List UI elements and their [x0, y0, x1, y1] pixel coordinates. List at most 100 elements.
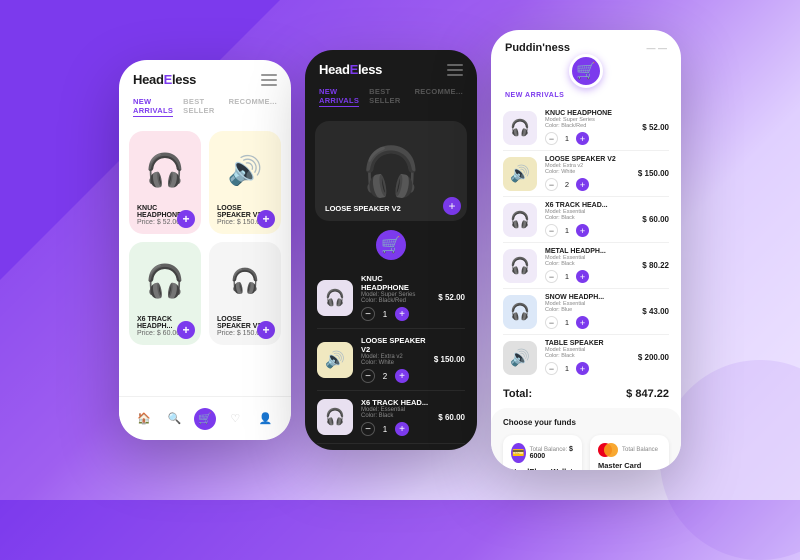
phone3-price-4: $ 80.22 [642, 261, 669, 270]
payment-section: Choose your funds 💳 Total Balance: $ 600… [491, 408, 681, 470]
tab-new-arrivals-p1[interactable]: NEW ARRIVALS [133, 97, 173, 117]
p3-qty-minus-3[interactable]: − [545, 224, 558, 237]
phone3-total-value: $ 847.22 [626, 388, 669, 400]
phone-3-checkout: Puddin'ness — — 🛒 NEW ARRIVALS 🎧 KNUC HE… [491, 30, 681, 470]
p3-qty-num-6: 1 [562, 364, 572, 373]
phones-container: HeadEless NEW ARRIVALS BEST SELLER RECOM… [119, 30, 681, 470]
phone3-color-5: Color: Blue [545, 307, 634, 313]
tab-recommend-p1[interactable]: RECOMME... [229, 97, 277, 117]
phone3-items-list: 🎧 KNUC HEADPHONE Model: Super Series Col… [491, 101, 681, 380]
qty-control-2-p2: − 2 + [361, 369, 426, 383]
qty-num-1-p2: 1 [380, 310, 390, 319]
cart-item-price-3-p2: $ 60.00 [438, 413, 465, 422]
p3-qty-plus-6[interactable]: + [576, 362, 589, 375]
phone3-total-label: Total: [503, 388, 532, 400]
heart-icon-p1[interactable]: ♡ [224, 408, 246, 430]
p3-qty-plus-2[interactable]: + [576, 178, 589, 191]
phone3-menu-icon[interactable]: — — [646, 43, 667, 53]
phone3-new-arrivals-label: NEW ARRIVALS [491, 88, 681, 101]
phone2-featured-label: LOOSE SPEAKER V2 [325, 204, 401, 213]
user-icon-p1[interactable]: 👤 [255, 408, 277, 430]
phone3-info-3: X6 TRACK HEAD... Model: Essential Color:… [545, 202, 634, 237]
phone3-item-5: 🎧 SNOW HEADPH... Model: Essential Color:… [503, 289, 669, 335]
wallet-card-header: 💳 Total Balance: $ 6000 [511, 443, 574, 463]
qty-plus-3-p2[interactable]: + [395, 422, 409, 436]
qty-plus-2-p2[interactable]: + [395, 369, 409, 383]
phone3-item-4: 🎧 METAL HEADPH... Model: Essential Color… [503, 243, 669, 289]
cart-bubble-p3: 🛒 [569, 54, 603, 88]
add-product-4[interactable]: + [257, 321, 275, 339]
cart-item-img-1-p2: 🎧 [317, 280, 353, 316]
qty-control-3-p2: − 1 + [361, 422, 430, 436]
tab-best-seller-p2[interactable]: BEST SELLER [369, 87, 404, 107]
wallet-card[interactable]: 💳 Total Balance: $ 6000 HeadEless Wallet [503, 435, 582, 470]
phone1-brand: HeadEless [133, 72, 196, 87]
phone3-title: Puddin'ness [505, 42, 570, 54]
mastercard-icon [598, 443, 618, 457]
p3-qty-plus-5[interactable]: + [576, 316, 589, 329]
phone2-cart-bubble-section: 🛒 [305, 235, 477, 263]
add-product-3[interactable]: + [177, 321, 195, 339]
phone3-name-6: TABLE SPEAKER [545, 340, 630, 347]
search-icon-p1[interactable]: 🔍 [164, 408, 186, 430]
phone3-name-3: X6 TRACK HEAD... [545, 202, 634, 209]
p3-qty-plus-3[interactable]: + [576, 224, 589, 237]
p3-qty-plus-4[interactable]: + [576, 270, 589, 283]
mastercard-card[interactable]: Total Balance Master Card [590, 435, 669, 470]
payment-title: Choose your funds [503, 418, 669, 427]
phone3-price-5: $ 43.00 [642, 307, 669, 316]
product-img-3: 🎧 [137, 250, 193, 312]
phone3-item-3: 🎧 X6 TRACK HEAD... Model: Essential Colo… [503, 197, 669, 243]
phone3-info-2: LOOSE SPEAKER V2 Model: Extra v2 Color: … [545, 156, 630, 191]
phone3-info-6: TABLE SPEAKER Model: Essential Color: Bl… [545, 340, 630, 375]
product-card-4: 🎧 + LOOSE SPEAKER V2 Price: $ 150.00 [209, 242, 281, 345]
phone3-name-5: SNOW HEADPH... [545, 294, 634, 301]
home-icon-p1[interactable]: 🏠 [133, 408, 155, 430]
p3-qty-minus-1[interactable]: − [545, 132, 558, 145]
tab-recommend-p2[interactable]: RECOMME... [415, 87, 463, 107]
mastercard-header: Total Balance [598, 443, 661, 457]
qty-minus-1-p2[interactable]: − [361, 307, 375, 321]
cart-bubble-p2: 🛒 [373, 227, 409, 263]
wallet-balance-label: Total Balance: $ 6000 [530, 446, 574, 460]
cart-item-3-p2: 🎧 X6 TRACK HEAD... Model: Essential Colo… [317, 391, 465, 444]
qty-plus-1-p2[interactable]: + [395, 307, 409, 321]
tab-new-arrivals-p2[interactable]: NEW ARRIVALS [319, 87, 359, 107]
add-product-1[interactable]: + [177, 210, 195, 228]
mc-balance-label: Total Balance [622, 447, 658, 453]
phone3-info-1: KNUC HEADPHONE Model: Super Series Color… [545, 110, 634, 145]
qty-control-1-p2: − 1 + [361, 307, 430, 321]
product-img-1: 🎧 [137, 139, 193, 201]
phone3-price-6: $ 200.00 [638, 353, 669, 362]
phone3-img-3: 🎧 [503, 203, 537, 237]
phone2-menu-icon[interactable] [447, 64, 463, 76]
phone3-info-5: SNOW HEADPH... Model: Essential Color: B… [545, 294, 634, 329]
phone3-color-2: Color: White [545, 169, 630, 175]
cart-item-price-1-p2: $ 52.00 [438, 293, 465, 302]
qty-minus-3-p2[interactable]: − [361, 422, 375, 436]
phone3-price-1: $ 52.00 [642, 123, 669, 132]
qty-num-3-p2: 1 [380, 425, 390, 434]
tab-best-seller-p1[interactable]: BEST SELLER [183, 97, 218, 117]
p3-qty-minus-2[interactable]: − [545, 178, 558, 191]
qty-minus-2-p2[interactable]: − [361, 369, 375, 383]
p3-qty-minus-6[interactable]: − [545, 362, 558, 375]
phone1-menu-icon[interactable] [261, 74, 277, 86]
phone2-cart-items: 🎧 KNUC HEADPHONE Model: Super Series Col… [305, 263, 477, 448]
cart-item-color-2-p2: Color: White [361, 360, 426, 366]
p3-qty-minus-4[interactable]: − [545, 270, 558, 283]
phone-1-store: HeadEless NEW ARRIVALS BEST SELLER RECOM… [119, 60, 291, 440]
phone3-name-4: METAL HEADPH... [545, 248, 634, 255]
cart-icon-p1[interactable]: 🛒 [194, 408, 216, 430]
phone2-featured-card: 🎧 LOOSE SPEAKER V2 + [315, 121, 467, 221]
phone3-total-row: Total: $ 847.22 [491, 380, 681, 404]
phone3-qty-4: − 1 + [545, 270, 634, 283]
phone3-qty-6: − 1 + [545, 362, 630, 375]
phone3-img-1: 🎧 [503, 111, 537, 145]
phone1-bottom-nav: 🏠 🔍 🛒 ♡ 👤 [119, 396, 291, 440]
wallet-name: HeadEless Wallet [511, 467, 574, 470]
p3-qty-minus-5[interactable]: − [545, 316, 558, 329]
add-featured-p2[interactable]: + [443, 197, 461, 215]
add-product-2[interactable]: + [257, 210, 275, 228]
p3-qty-plus-1[interactable]: + [576, 132, 589, 145]
